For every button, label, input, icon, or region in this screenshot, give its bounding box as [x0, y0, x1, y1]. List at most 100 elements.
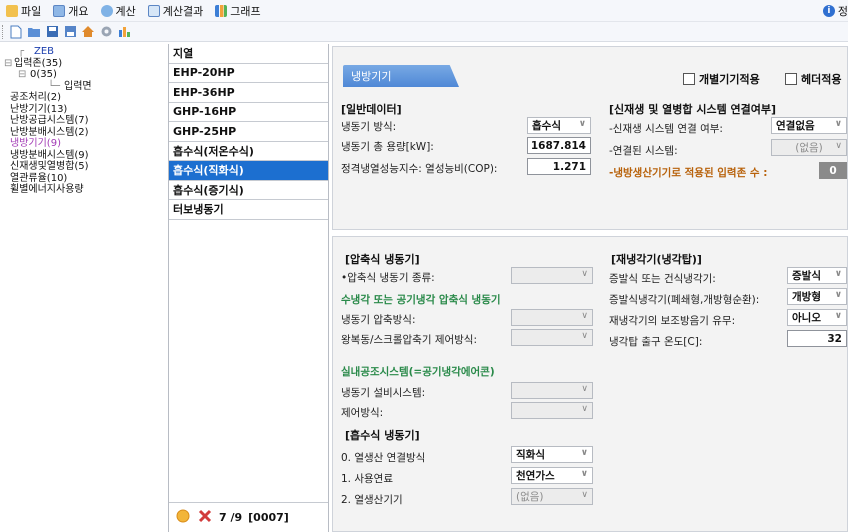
connected-system-select[interactable]: (없음) ∨: [771, 139, 847, 156]
save-icon: [46, 26, 58, 37]
tree-node-air-handling[interactable]: 공조처리(2): [4, 92, 168, 104]
save-as-button[interactable]: [63, 25, 77, 39]
list-item-label: EHP-36HP: [173, 85, 235, 99]
save-button[interactable]: [45, 25, 59, 39]
tree-node-cooling[interactable]: 냉방기기(9): [4, 138, 168, 150]
list-item[interactable]: 지열: [169, 44, 328, 64]
home-button[interactable]: [81, 25, 95, 39]
heat-connect-label: 0. 열생산 연결방식: [341, 452, 426, 464]
tree-node-heat-recovery[interactable]: 열관류율(10): [4, 173, 168, 185]
detail-panel: 냉방기기 개별기기적용 헤더적용 [일반데이터] 냉동기 방식: 흡수식 ∨ 냉동…: [330, 44, 848, 532]
control-method-select[interactable]: ∨: [511, 329, 593, 346]
menu-calc-result[interactable]: 계산결과: [142, 0, 209, 22]
tree-node-label: 공조처리(2): [10, 92, 61, 103]
list-item[interactable]: EHP-36HP: [169, 83, 328, 103]
menu-overview[interactable]: 개요: [47, 0, 94, 22]
outlet-temp-label: 냉각탑 출구 온도[C]:: [609, 336, 703, 348]
menu-help-label: 정: [837, 5, 848, 18]
recooler-type-select[interactable]: 증발식 ∨: [787, 267, 847, 284]
menu-graph[interactable]: 그래프: [209, 0, 266, 22]
renewable-title: [신재생 및 열병합 시스템 연결여부]: [609, 103, 777, 116]
delete-button[interactable]: [197, 508, 213, 527]
select-value: 증발식: [792, 270, 821, 282]
checkbox-box[interactable]: [683, 73, 695, 85]
heat-connect-select[interactable]: 직화식 ∨: [511, 446, 593, 463]
save-as-icon: [64, 26, 76, 37]
open-folder-button[interactable]: [27, 25, 41, 39]
list-item[interactable]: GHP-16HP: [169, 102, 328, 122]
add-button[interactable]: [175, 508, 191, 527]
tree-node-heating-dist[interactable]: 난방분배시스템(2): [4, 127, 168, 139]
menu-overview-label: 개요: [68, 4, 89, 18]
select-value: (없음): [516, 491, 544, 503]
chevron-down-icon: ∨: [834, 290, 842, 300]
tree-node-zone0[interactable]: ⊟ 0(35): [4, 69, 168, 81]
sun-icon: [176, 509, 190, 523]
bar-chart-icon: [118, 27, 130, 37]
aux-silencer-select[interactable]: 아니오 ∨: [787, 309, 847, 326]
list-item[interactable]: 흡수식(증기식): [169, 180, 328, 200]
tab-cooling[interactable]: 냉방기기: [343, 65, 459, 87]
info-icon: i: [822, 5, 835, 17]
outlet-temp-field[interactable]: 32: [787, 330, 847, 347]
tree-node-total-energy[interactable]: 휠별에너지사용량: [4, 184, 168, 196]
list-item[interactable]: EHP-20HP: [169, 63, 328, 83]
applied-zone-count: 0: [819, 162, 847, 179]
heat-producer-select[interactable]: (없음) ∨: [511, 488, 593, 505]
collapse-icon[interactable]: ⊟: [18, 69, 26, 81]
tree-node-label: 난방공급시스템(7): [10, 115, 89, 126]
renewable-connect-select[interactable]: 연결없음 ∨: [771, 117, 847, 134]
list-item-selected[interactable]: 흡수식(직화식): [169, 161, 328, 181]
list-item-label: 지열: [173, 47, 194, 61]
absorption-title: [흡수식 냉동기]: [345, 429, 420, 442]
facility-select[interactable]: ∨: [511, 382, 593, 399]
fuel-select[interactable]: 천연가스 ∨: [511, 467, 593, 484]
header-checkbox[interactable]: 헤더적용: [785, 71, 841, 87]
fuel-label: 1. 사용연료: [341, 473, 393, 485]
menu-help[interactable]: i 정: [822, 0, 848, 22]
tree-node-input-zone[interactable]: ⊟ 입력존(35): [4, 58, 168, 70]
tree-node-input-face[interactable]: └─ 입력면: [4, 81, 168, 93]
new-file-button[interactable]: [9, 25, 23, 39]
tree-node-renewable[interactable]: 신재생및열병합(5): [4, 161, 168, 173]
select-value: (없음): [795, 142, 823, 154]
tree-node-zeb[interactable]: ┌ ZEB: [4, 46, 168, 58]
compression-method-select[interactable]: ∨: [511, 309, 593, 326]
list-item-label: 흡수식(저온수식): [173, 144, 254, 158]
chevron-down-icon: ∨: [835, 141, 842, 151]
evaporative-select[interactable]: 개방형 ∨: [787, 288, 847, 305]
tree-node-cooling-dist[interactable]: 냉방분배시스템(9): [4, 150, 168, 162]
applied-zone-label: -냉방생산기기로 적용된 입력존 수 :: [609, 167, 768, 179]
chevron-down-icon: ∨: [578, 119, 586, 129]
chart-button[interactable]: [117, 25, 131, 39]
indoor-system-title: 실내공조시스템(=공기냉각에어콘): [341, 366, 495, 378]
settings-button[interactable]: [99, 25, 113, 39]
equipment-list: 지열 EHP-20HP EHP-36HP GHP-16HP GHP-25HP 흡…: [168, 44, 329, 532]
tree-node-label: 휠별에너지사용량: [10, 184, 84, 195]
document-icon: [53, 4, 66, 17]
list-item[interactable]: GHP-25HP: [169, 122, 328, 142]
list-item[interactable]: 흡수식(저온수식): [169, 141, 328, 161]
individual-checkbox[interactable]: 개별기기적용: [683, 71, 760, 87]
compressor-type-select[interactable]: ∨: [511, 267, 593, 284]
list-item[interactable]: 터보냉동기: [169, 200, 328, 220]
select-value: 천연가스: [516, 470, 555, 482]
cop-field[interactable]: 1.271: [527, 158, 591, 175]
tree-node-heating-supply[interactable]: 난방공급시스템(7): [4, 115, 168, 127]
top-group: 냉방기기 개별기기적용 헤더적용 [일반데이터] 냉동기 방식: 흡수식 ∨ 냉동…: [332, 46, 848, 230]
select-value: 아니오: [792, 312, 821, 324]
chevron-down-icon: ∨: [581, 490, 588, 500]
toolbar-grip[interactable]: [2, 24, 5, 39]
tree-node-label: 난방기기(13): [10, 103, 68, 115]
collapse-icon[interactable]: ⊟: [4, 58, 12, 70]
tree-node-label: 냉방기기(9): [10, 138, 61, 149]
control2-select[interactable]: ∨: [511, 402, 593, 419]
menu-calc[interactable]: 계산: [95, 0, 142, 22]
menu-file[interactable]: 파일: [0, 0, 47, 22]
menu-calc-result-label: 계산결과: [162, 4, 204, 18]
tree-node-heating[interactable]: 난방기기(13): [4, 104, 168, 116]
method-select[interactable]: 흡수식 ∨: [527, 117, 591, 134]
recooler-type-label: 증발식 또는 건식냉각기:: [609, 273, 716, 285]
checkbox-box[interactable]: [785, 73, 797, 85]
capacity-field[interactable]: 1687.814: [527, 137, 591, 154]
